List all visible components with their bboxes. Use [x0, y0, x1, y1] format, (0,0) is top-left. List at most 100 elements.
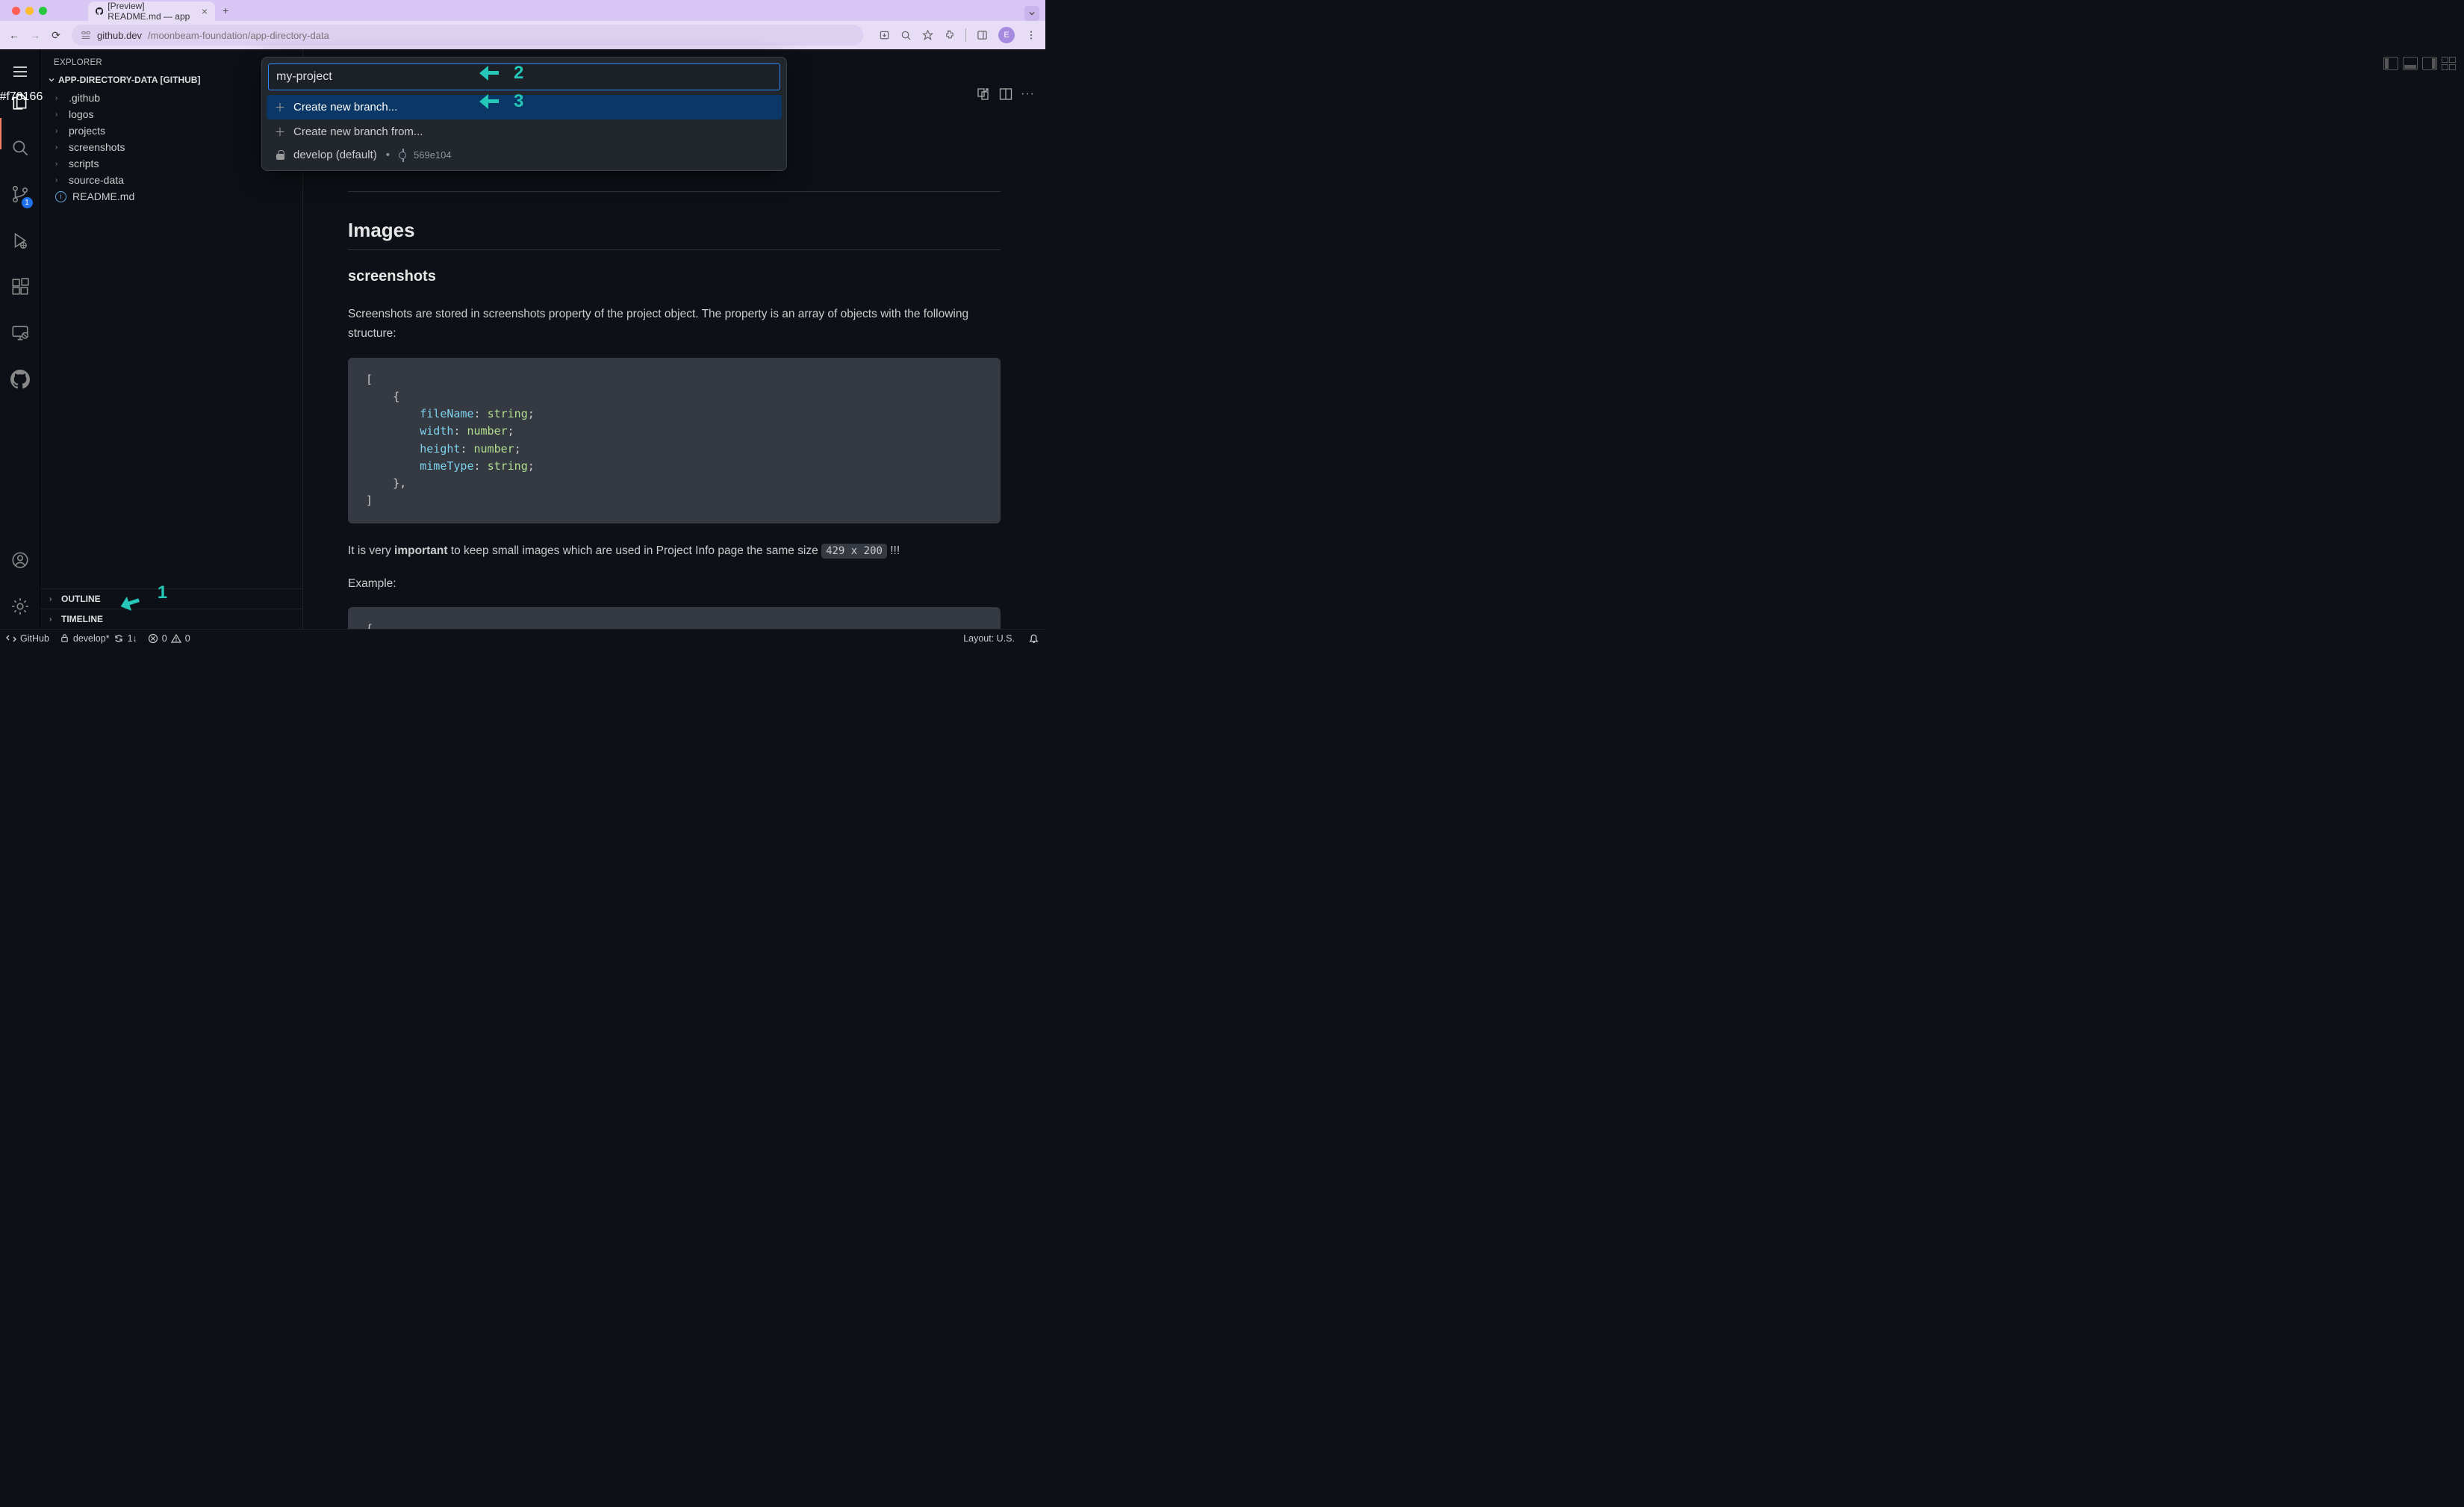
install-app-icon[interactable]: [879, 30, 890, 41]
sidepanel-icon[interactable]: [977, 30, 988, 41]
reload-button[interactable]: ⟳: [51, 29, 61, 42]
annotation-2: 2: [479, 63, 523, 84]
url-host: github.dev: [97, 30, 142, 41]
search-icon: [10, 138, 30, 158]
maximize-window-icon[interactable]: [39, 7, 47, 15]
warning-icon: [171, 633, 181, 644]
extensions-tab[interactable]: [0, 272, 40, 302]
search-tab[interactable]: [0, 133, 40, 163]
gear-icon: [10, 597, 30, 616]
arrow-left-icon: [119, 592, 145, 613]
minimize-window-icon[interactable]: [25, 7, 34, 15]
accounts-button[interactable]: [0, 545, 40, 575]
explorer-tab[interactable]: [0, 87, 40, 116]
browser-chrome: [Preview] README.md — app × + ← → ⟳ gith…: [0, 0, 1045, 49]
problems-indicator[interactable]: 0 0: [148, 633, 190, 644]
split-editor-icon[interactable]: [998, 87, 1013, 102]
settings-button[interactable]: [0, 591, 40, 621]
chevron-right-icon: ›: [49, 615, 57, 624]
editor-actions: ···: [976, 87, 1035, 102]
chevron-down-icon: [48, 76, 55, 84]
chevron-right-icon: ›: [55, 127, 63, 135]
arrow-left-icon: [479, 94, 502, 109]
create-branch-option[interactable]: ＋ Create new branch...: [267, 95, 782, 119]
activity-bar: 1: [0, 49, 40, 629]
remote-icon: [10, 323, 30, 343]
tree-folder[interactable]: ›source-data: [40, 172, 302, 188]
chevron-right-icon: ›: [55, 143, 63, 152]
outline-section-header[interactable]: › OUTLINE: [40, 588, 302, 609]
address-bar[interactable]: github.dev/moonbeam-foundation/app-direc…: [72, 25, 863, 46]
window-controls[interactable]: [7, 7, 47, 15]
menu-icon[interactable]: [1025, 30, 1036, 41]
site-settings-icon[interactable]: [81, 30, 91, 40]
customize-layout-button[interactable]: [2442, 57, 2457, 70]
github-tab[interactable]: [0, 364, 40, 394]
close-tab-icon[interactable]: ×: [202, 5, 208, 17]
extensions-icon[interactable]: [944, 30, 955, 41]
browser-tab[interactable]: [Preview] README.md — app ×: [88, 1, 215, 21]
play-icon: [10, 231, 30, 250]
paragraph: Example:: [348, 574, 1001, 594]
branch-indicator[interactable]: develop* 1↓: [60, 633, 137, 644]
show-source-icon[interactable]: [976, 87, 991, 102]
keyboard-layout-indicator[interactable]: Layout: U.S.: [963, 633, 1015, 644]
chrome-dropdown-button[interactable]: [1024, 6, 1039, 21]
info-icon: i: [55, 191, 66, 202]
paragraph: It is very important to keep small image…: [348, 541, 1001, 561]
remote-explorer-tab[interactable]: [0, 318, 40, 348]
toggle-panel-button[interactable]: [2403, 57, 2418, 70]
toggle-primary-sidebar-button[interactable]: [2383, 57, 2398, 70]
create-branch-from-option[interactable]: ＋ Create new branch from...: [267, 119, 782, 144]
close-window-icon[interactable]: [12, 7, 20, 15]
plus-icon: ＋: [274, 99, 286, 115]
chevron-right-icon: ›: [49, 595, 57, 603]
chevron-right-icon: ›: [55, 160, 63, 168]
timeline-section-header[interactable]: › TIMELINE: [40, 609, 302, 629]
code-block: { "fileName": "moonwell-screenshot-small…: [348, 607, 1001, 629]
url-path: /moonbeam-foundation/app-directory-data: [148, 30, 329, 41]
bell-icon: [1028, 633, 1039, 644]
bookmark-icon[interactable]: [922, 30, 933, 41]
remote-indicator[interactable]: GitHub: [6, 633, 49, 644]
github-icon: [10, 370, 30, 389]
paragraph: Screenshots are stored in screenshots pr…: [348, 305, 1001, 344]
heading-screenshots: screenshots: [348, 268, 1001, 291]
zoom-icon[interactable]: [900, 30, 912, 41]
error-icon: [148, 633, 158, 644]
run-debug-tab[interactable]: [0, 226, 40, 255]
new-tab-button[interactable]: +: [223, 4, 228, 16]
extensions-icon: [10, 277, 30, 296]
github-favicon-icon: [96, 6, 103, 16]
tree-file-readme[interactable]: iREADME.md: [40, 188, 302, 205]
branch-name-input[interactable]: [268, 63, 780, 90]
profile-avatar[interactable]: E: [998, 27, 1015, 43]
notifications-button[interactable]: [1028, 633, 1039, 644]
arrow-left-icon: [479, 66, 502, 81]
lock-icon: [60, 633, 69, 643]
annotation-3: 3: [479, 91, 523, 112]
files-icon: [10, 92, 30, 111]
back-button[interactable]: ←: [9, 29, 19, 41]
scm-badge: 1: [22, 197, 33, 208]
chevron-right-icon: ›: [55, 111, 63, 119]
remote-icon: [6, 633, 16, 644]
menu-button[interactable]: [0, 57, 40, 87]
lock-icon: [274, 150, 286, 160]
branch-develop-option[interactable]: develop (default) • 569e104: [267, 144, 782, 166]
toggle-secondary-sidebar-button[interactable]: [2422, 57, 2437, 70]
commit-icon: [399, 152, 406, 159]
heading-images: Images: [348, 219, 1001, 250]
chevron-right-icon: ›: [55, 94, 63, 102]
sync-icon: [113, 633, 124, 644]
layout-controls: [2383, 57, 2457, 70]
chevron-right-icon: ›: [55, 176, 63, 184]
plus-icon: ＋: [274, 124, 286, 140]
code-block: [ { fileName: string; width: number; hei…: [348, 358, 1001, 523]
source-control-tab[interactable]: 1: [0, 179, 40, 209]
forward-button[interactable]: →: [30, 29, 40, 41]
browser-tab-title: [Preview] README.md — app: [108, 1, 197, 22]
branch-picker-palette: ＋ Create new branch... ＋ Create new bran…: [261, 57, 787, 171]
status-bar: GitHub develop* 1↓ 0 0 Layout: U.S.: [0, 629, 1045, 647]
more-actions-icon[interactable]: ···: [1021, 87, 1035, 101]
